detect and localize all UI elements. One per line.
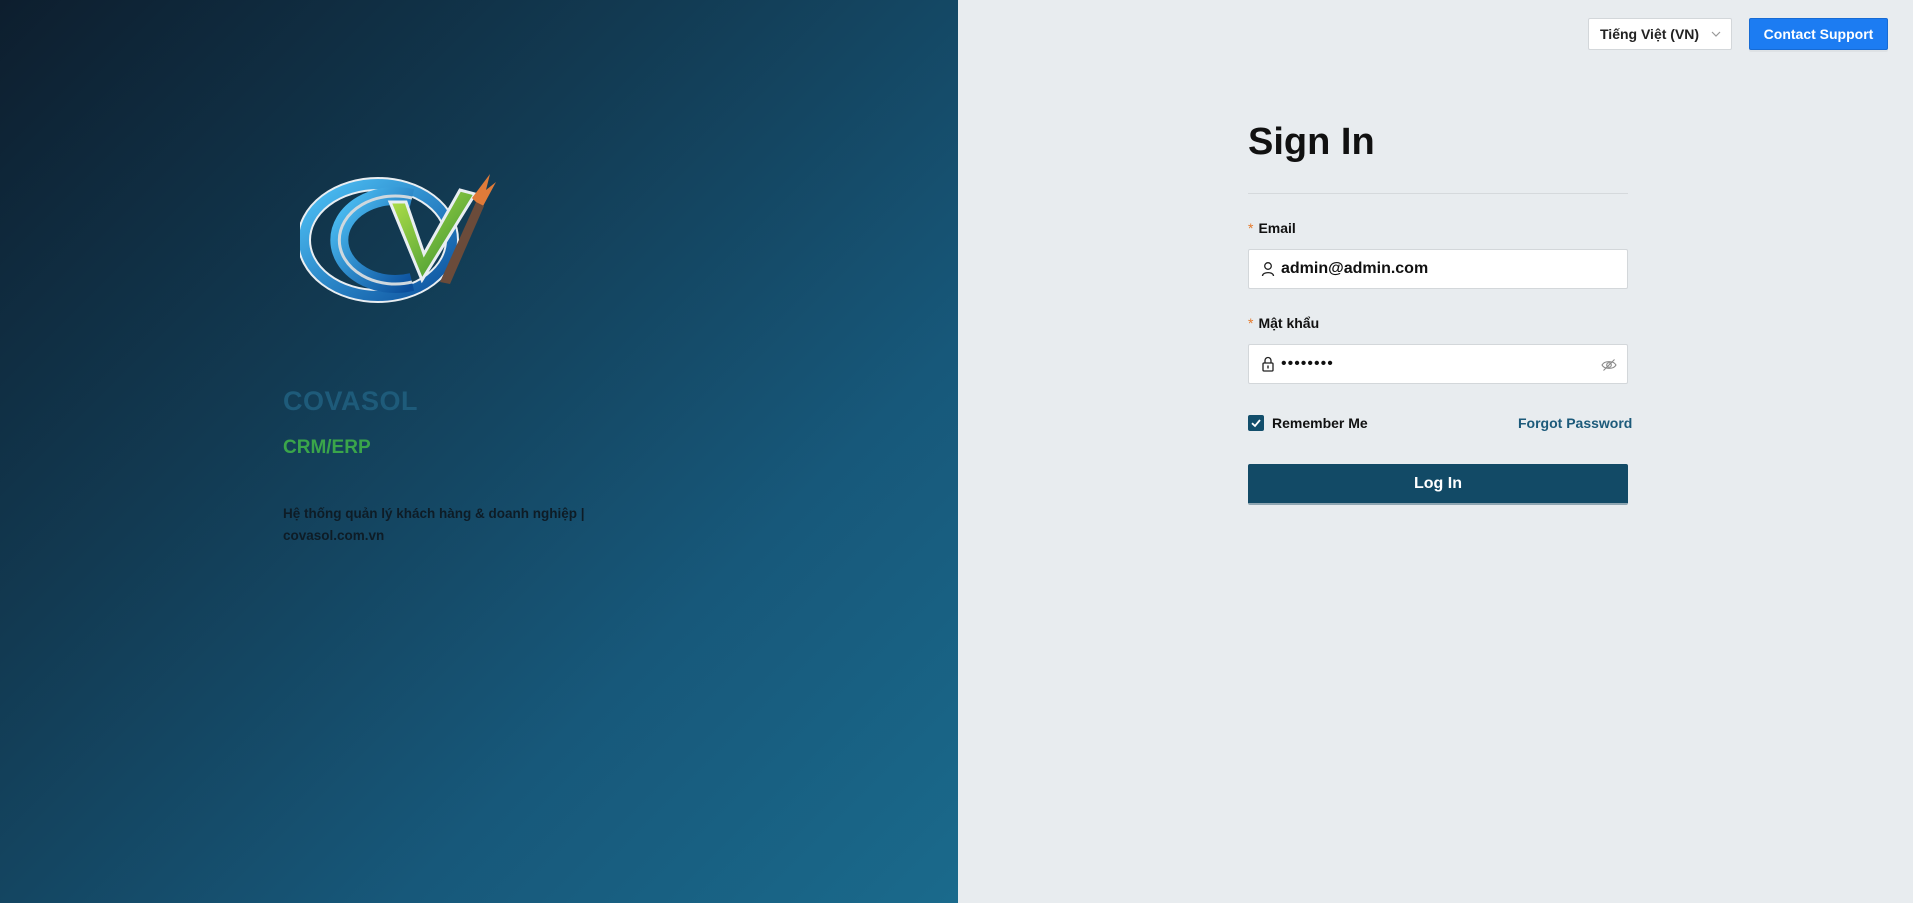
brand-description: Hệ thống quản lý khách hàng & doanh nghi… xyxy=(283,506,585,543)
page-title: Sign In xyxy=(1248,121,1375,163)
language-selected-value: Tiếng Việt (VN) xyxy=(1600,26,1700,42)
password-label-text: Mật khẩu xyxy=(1258,315,1320,331)
user-icon xyxy=(1261,262,1275,277)
email-value: admin@admin.com xyxy=(1281,260,1429,277)
brand-panel: COVASOL CRM/ERP Hệ thống quản lý khách h… xyxy=(0,0,958,903)
required-mark: * xyxy=(1248,315,1254,331)
required-mark: * xyxy=(1248,220,1254,236)
remember-me-label: Remember Me xyxy=(1272,415,1368,431)
contact-support-button[interactable]: Contact Support xyxy=(1749,18,1888,50)
check-icon xyxy=(1251,419,1261,428)
password-label: * Mật khẩu xyxy=(1248,315,1319,331)
lock-icon xyxy=(1262,356,1274,372)
password-value: •••••••• xyxy=(1281,355,1334,372)
email-label: * Email xyxy=(1248,220,1296,236)
chevron-down-icon xyxy=(1711,31,1721,37)
eye-invisible-icon[interactable] xyxy=(1601,357,1617,373)
title-divider xyxy=(1248,193,1628,194)
email-field[interactable]: admin@admin.com xyxy=(1248,249,1628,289)
forgot-password-link[interactable]: Forgot Password xyxy=(1518,415,1632,431)
login-button[interactable]: Log In xyxy=(1248,464,1628,505)
language-select[interactable]: Tiếng Việt (VN) xyxy=(1588,18,1732,50)
email-label-text: Email xyxy=(1258,220,1296,236)
signin-panel xyxy=(958,0,1913,903)
password-field[interactable]: •••••••• xyxy=(1248,344,1628,384)
checkbox-box[interactable] xyxy=(1248,415,1264,431)
remember-me-checkbox[interactable]: Remember Me xyxy=(1248,415,1368,431)
company-logo xyxy=(300,174,496,303)
brand-name: COVASOL xyxy=(283,386,419,416)
brand-subtitle: CRM/ERP xyxy=(283,437,371,458)
